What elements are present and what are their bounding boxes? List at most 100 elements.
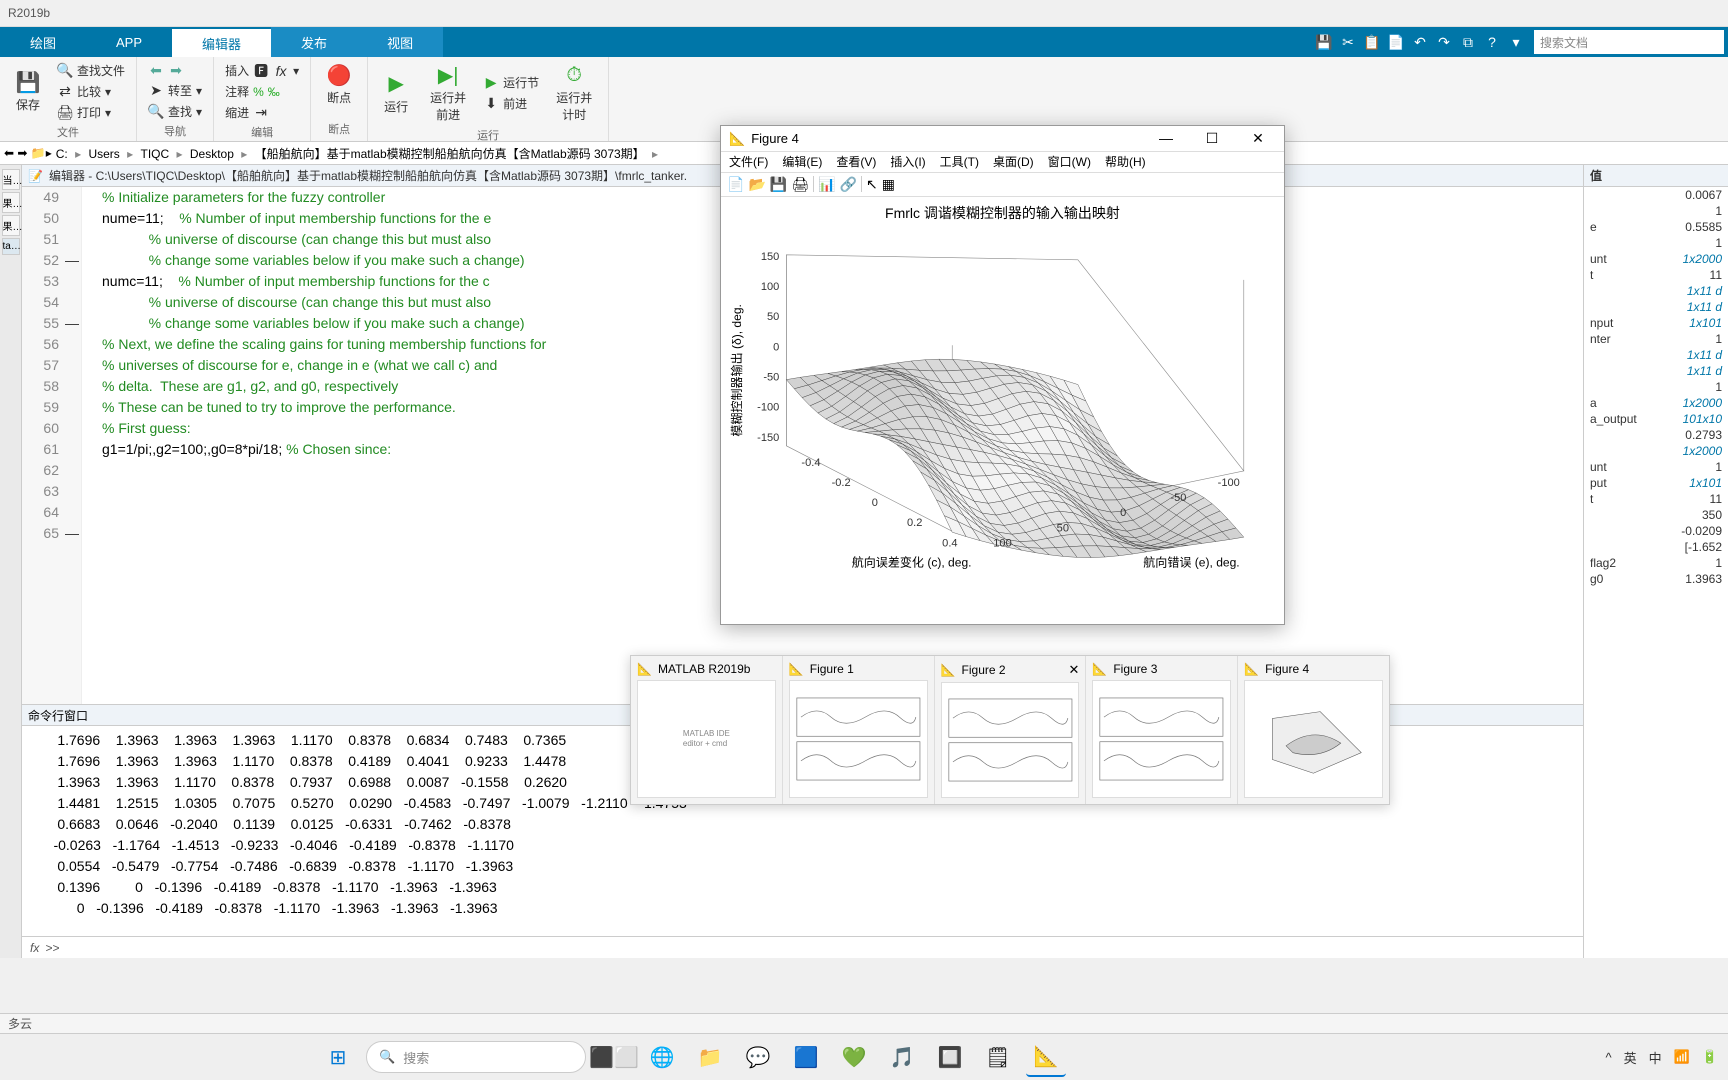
figure-menu-item[interactable]: 查看(V) [836,153,876,170]
workspace-row[interactable]: -0.0209 [1584,523,1728,539]
comment-button[interactable]: 注释 % ‰ [222,82,302,101]
workspace-row[interactable]: 1x11 d [1584,299,1728,315]
save-icon[interactable]: 💾 [770,176,787,193]
dock-item[interactable]: ta… [2,238,20,255]
figure-menu-item[interactable]: 帮助(H) [1105,153,1146,170]
workspace-row[interactable]: flag21 [1584,555,1728,571]
tray-wifi-icon[interactable]: 📶 [1674,1049,1690,1065]
music-icon[interactable]: 🎵 [882,1037,922,1077]
paste-icon[interactable]: 📄 [1385,31,1407,53]
run-time-button[interactable]: ⏱运行并 计时 [548,61,600,125]
figure-menu-item[interactable]: 窗口(W) [1048,153,1091,170]
folder-up-icon[interactable]: ⬅ ➡ 📁 [4,146,46,160]
open-icon[interactable]: 📂 [748,176,765,193]
figure-menu-item[interactable]: 文件(F) [729,153,768,170]
cut-icon[interactable]: ✂ [1337,31,1359,53]
print-icon[interactable]: 🖨 [791,176,809,193]
advance-button[interactable]: ⬇前进 [480,94,542,113]
switch-icon[interactable]: ⧉ [1457,31,1479,53]
tray-up-icon[interactable]: ^ [1605,1050,1611,1065]
tab-app[interactable]: APP [86,27,172,57]
close-icon[interactable]: ✕ [1068,662,1079,678]
figure-titlebar[interactable]: 📐 Figure 4 — ☐ ✕ [721,126,1284,152]
workspace-row[interactable]: [-1.652 [1584,539,1728,555]
dock-item[interactable]: 果… [2,215,20,236]
indent-button[interactable]: 缩进 ⇥ [222,103,302,122]
help-icon[interactable]: ? [1481,31,1503,53]
run-button[interactable]: ▶运行 [376,70,416,117]
close-button[interactable]: ✕ [1240,130,1276,147]
tray-lang-icon[interactable]: 英 [1624,1048,1637,1067]
tab-view[interactable]: 视图 [357,27,443,57]
path-segment[interactable]: 【船舶航向】基于matlab模糊控制船舶航向仿真【含Matlab源码 3073期… [251,147,649,161]
edge-icon[interactable]: 🌐 [642,1037,682,1077]
figure-menu-item[interactable]: 插入(I) [890,153,925,170]
path-segment[interactable]: C: [52,147,72,161]
workspace-row[interactable]: 0.2793 [1584,427,1728,443]
dock-item[interactable]: 果… [2,192,20,213]
workspace-row[interactable]: g01.3963 [1584,571,1728,587]
start-button[interactable]: ⊞ [318,1037,358,1077]
figure-menu-item[interactable]: 桌面(D) [993,153,1034,170]
figure-menu-item[interactable]: 编辑(E) [782,153,822,170]
preview-item[interactable]: 📐Figure 2✕ [935,656,1087,804]
save-button[interactable]: 💾 保存 [8,68,48,115]
search-docs-input[interactable]: 搜索文档 [1534,30,1724,54]
data-cursor-icon[interactable]: 📊 [818,176,835,193]
tab-plot[interactable]: 绘图 [0,27,86,57]
preview-item[interactable]: 📐Figure 4 [1238,656,1389,804]
find-button[interactable]: 🔍查找 ▾ [145,102,205,121]
sticky-icon[interactable]: 🗒 [978,1037,1018,1077]
path-segment[interactable]: Users [84,147,123,161]
workspace-row[interactable]: t11 [1584,267,1728,283]
redo-icon[interactable]: ↷ [1433,31,1455,53]
workspace-row[interactable]: 1 [1584,235,1728,251]
wechat-icon[interactable]: 💚 [834,1037,874,1077]
chat-icon[interactable]: 💬 [738,1037,778,1077]
undo-icon[interactable]: ↶ [1409,31,1431,53]
workspace-row[interactable]: unt1 [1584,459,1728,475]
workspace-row[interactable]: a_output101x10 [1584,411,1728,427]
tab-editor[interactable]: 编辑器 [172,27,271,57]
workspace-row[interactable]: nter1 [1584,331,1728,347]
workspace-row[interactable]: a1x2000 [1584,395,1728,411]
run-advance-button[interactable]: ▶|运行并 前进 [422,61,474,125]
dock-item[interactable]: 当… [2,169,20,190]
breakpoints-button[interactable]: 🔴 断点 [319,61,359,108]
figure-axes[interactable]: Fmrlc 调谐模糊控制器的输入输出映射 15010050 0-50-100-1… [721,197,1284,624]
workspace-row[interactable]: t11 [1584,491,1728,507]
help-dropdown-icon[interactable]: ▾ [1505,31,1527,53]
workspace-row[interactable]: 350 [1584,507,1728,523]
new-icon[interactable]: 📄 [727,176,744,193]
tray-battery-icon[interactable]: 🔋 [1702,1049,1718,1065]
workspace-row[interactable]: 1x2000 [1584,443,1728,459]
preview-item[interactable]: 📐Figure 1 [783,656,935,804]
run-section-button[interactable]: ▶运行节 [480,73,542,92]
preview-item[interactable]: 📐Figure 3 [1086,656,1238,804]
figure-window[interactable]: 📐 Figure 4 — ☐ ✕ 文件(F)编辑(E)查看(V)插入(I)工具(… [720,125,1285,625]
insert-button[interactable]: 插入 🅵 fx ▾ [222,61,302,80]
copy-icon[interactable]: 📋 [1361,31,1383,53]
app-icon[interactable]: 🟦 [786,1037,826,1077]
tab-publish[interactable]: 发布 [271,27,357,57]
link-icon[interactable]: 🔗 [840,176,857,193]
path-segment[interactable]: Desktop [186,147,238,161]
print-button[interactable]: 🖨打印 ▾ [54,103,128,122]
nav-back-button[interactable]: ⬅➡ [145,61,205,79]
workspace-row[interactable]: 1 [1584,379,1728,395]
workspace-row[interactable]: 1x11 d [1584,283,1728,299]
goto-button[interactable]: ➤转至 ▾ [145,81,205,100]
workspace-row[interactable]: 1 [1584,203,1728,219]
save-icon[interactable]: 💾 [1313,31,1335,53]
workspace-row[interactable]: 0.0067 [1584,187,1728,203]
workspace-row[interactable]: 1x11 d [1584,363,1728,379]
taskbar-search[interactable]: 🔍 搜索 [366,1041,586,1073]
minimize-button[interactable]: — [1148,130,1184,147]
workspace-row[interactable]: nput1x101 [1584,315,1728,331]
path-segment[interactable]: TIQC [137,147,174,161]
maximize-button[interactable]: ☐ [1194,130,1230,147]
preview-item[interactable]: 📐MATLAB R2019bMATLAB IDEeditor + cmd [631,656,783,804]
dashboard-icon[interactable]: 🔲 [930,1037,970,1077]
pointer-icon[interactable]: ↖ [866,176,878,193]
workspace-row[interactable]: 1x11 d [1584,347,1728,363]
